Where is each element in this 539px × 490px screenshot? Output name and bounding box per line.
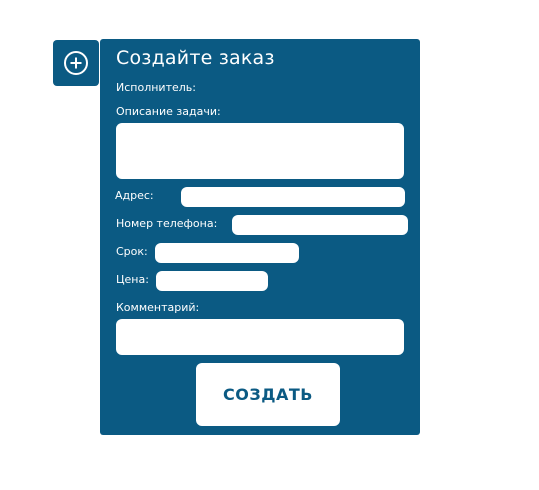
toggle-form-button[interactable] — [53, 40, 99, 86]
plus-circle-icon — [64, 51, 88, 75]
price-label: Цена: — [116, 273, 149, 286]
create-order-form: Создайте заказ Исполнитель: Описание зад… — [100, 39, 420, 435]
phone-label: Номер телефона: — [116, 217, 218, 230]
price-input[interactable] — [156, 271, 268, 291]
create-button[interactable]: СОЗДАТЬ — [196, 363, 340, 426]
form-title: Создайте заказ — [116, 47, 275, 69]
comment-textarea[interactable] — [116, 319, 404, 355]
executor-label: Исполнитель: — [116, 81, 196, 94]
comment-label: Комментарий: — [116, 301, 200, 314]
phone-input[interactable] — [232, 215, 408, 235]
address-label: Адрес: — [115, 189, 154, 202]
description-label: Описание задачи: — [116, 105, 221, 118]
address-input[interactable] — [181, 187, 405, 207]
description-textarea[interactable] — [116, 123, 404, 179]
deadline-input[interactable] — [155, 243, 299, 263]
page: Создайте заказ Исполнитель: Описание зад… — [0, 0, 539, 490]
deadline-label: Срок: — [116, 245, 148, 258]
